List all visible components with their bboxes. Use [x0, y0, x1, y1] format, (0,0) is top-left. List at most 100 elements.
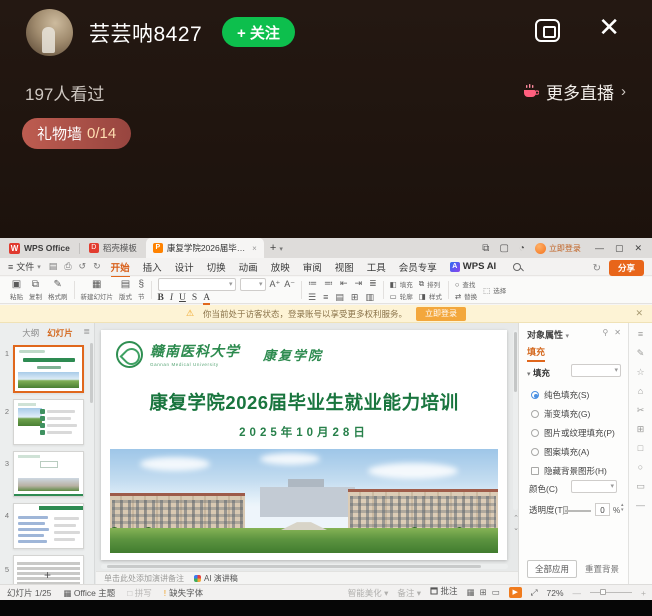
sync-icon[interactable]: ↻ [593, 263, 601, 274]
strip-icon-10[interactable]: — [636, 500, 645, 510]
quick-style-button[interactable]: ◨样式 [419, 291, 442, 301]
more-livestreams-link[interactable]: 更多直播 › [521, 79, 626, 104]
copy-button[interactable]: ⧉复制 [29, 280, 42, 301]
reset-background-button[interactable]: 重置背景 [585, 563, 619, 575]
minimize-icon[interactable]: — [595, 243, 604, 254]
window-close-icon[interactable]: ✕ [634, 243, 642, 254]
tab-animation[interactable]: 动画 [239, 260, 258, 274]
tab-member[interactable]: 会员专享 [399, 260, 437, 274]
strip-icon-4[interactable]: ⌂ [638, 386, 643, 396]
ai-speech-button[interactable]: AI 演讲稿 [194, 573, 238, 584]
theme-indicator[interactable]: ▦ Office 主题 [63, 587, 115, 599]
columns-icon[interactable]: ⊞ [351, 292, 359, 303]
tab-review[interactable]: 审阅 [303, 260, 322, 274]
workspace-icon[interactable]: ▢ [499, 243, 508, 254]
increase-font-icon[interactable]: A⁺ [270, 279, 281, 290]
indent-icon[interactable]: ⇥ [355, 278, 363, 289]
section-button[interactable]: §节 [138, 280, 145, 301]
option-picture-fill[interactable]: 图片或纹理填充(P) [531, 427, 615, 439]
tab-slideshow[interactable]: 放映 [271, 260, 290, 274]
strip-icon-7[interactable]: □ [638, 443, 643, 453]
sorter-view-icon[interactable]: ⊞ [480, 587, 487, 598]
docer-template-tab[interactable]: D 稻壳模板 [80, 238, 146, 258]
redo-icon[interactable]: ↻ [93, 261, 101, 272]
new-tab-button[interactable]: + ▾ [270, 242, 283, 254]
gift-wall-badge[interactable]: 礼物墙 0/14 [22, 118, 131, 149]
decrease-font-icon[interactable]: A⁻ [284, 279, 295, 290]
missing-fonts-indicator[interactable]: ! 缺失字体 [164, 587, 203, 599]
streamer-avatar[interactable] [26, 9, 73, 56]
fill-preset-dropdown[interactable] [571, 364, 621, 377]
replace-button[interactable]: ⇄替换 [455, 291, 477, 301]
shape-outline-button[interactable]: ▭轮廓 [390, 291, 413, 301]
font-color-button[interactable]: A [203, 293, 210, 303]
strip-icon-3[interactable]: ☆ [636, 367, 644, 377]
underline-button[interactable]: U [179, 293, 186, 303]
main-slide[interactable]: 赣南医科大学 Gannan Medical University 康复学院 康复… [101, 330, 507, 560]
tab-transition[interactable]: 切换 [207, 260, 226, 274]
horizontal-scrollbar[interactable] [101, 564, 508, 569]
new-slide-button[interactable]: ▦新建幻灯片 [81, 280, 114, 301]
share-button[interactable]: 分享 [609, 260, 644, 276]
tab-outline[interactable]: 大纲 [22, 327, 39, 339]
notes-toggle[interactable]: 备注 ▾ [397, 587, 421, 599]
strip-icon-6[interactable]: ⊞ [637, 424, 645, 434]
opacity-stepper[interactable]: ▴▾ [621, 503, 624, 513]
document-tab[interactable]: P 康复学院2026届毕业生就业能力培训 × [146, 238, 264, 258]
zoom-out-icon[interactable]: — [573, 588, 582, 598]
pin-icon[interactable]: ⚲ [602, 328, 608, 337]
layout-button[interactable]: ▤版式 [119, 280, 132, 301]
select-button[interactable]: ⬚选择 [483, 285, 506, 295]
normal-view-icon[interactable]: ▦ [467, 587, 475, 598]
tab-wps-ai[interactable]: A WPS AI [450, 261, 496, 272]
document-tab-close-icon[interactable]: × [252, 244, 257, 253]
wps-home-tab[interactable]: W WPS Office [0, 238, 79, 258]
account-entry[interactable]: 立即登录 [535, 243, 581, 254]
maximize-icon[interactable]: ▢ [615, 243, 624, 254]
align-center-icon[interactable]: ≡ [323, 292, 328, 303]
strip-icon-2[interactable]: ✎ [637, 348, 645, 358]
comments-toggle[interactable]: 🗖 批注 [430, 585, 457, 600]
layout-switch-icon[interactable]: ⧉ [482, 243, 489, 254]
tab-insert[interactable]: 插入 [143, 260, 162, 274]
line-spacing-icon[interactable]: ≣ [369, 278, 377, 289]
shape-fill-button[interactable]: ◧填充 [390, 279, 413, 289]
slide-thumbnail-3[interactable] [13, 451, 84, 497]
paste-button[interactable]: ▣粘贴 [10, 280, 23, 301]
play-slideshow-button[interactable]: ▶ [509, 587, 522, 598]
option-hide-background[interactable]: 隐藏背景图形(H) [531, 465, 607, 477]
bullet-list-icon[interactable]: ≔ [308, 278, 317, 289]
zoom-slider-handle[interactable] [600, 589, 606, 595]
close-icon[interactable]: ✕ [598, 14, 620, 40]
shadow-button[interactable]: S [192, 293, 197, 303]
print-icon[interactable]: ⎙ [64, 261, 71, 272]
reading-view-icon[interactable]: ▭ [492, 587, 500, 598]
bold-button[interactable]: B [158, 293, 164, 303]
option-gradient-fill[interactable]: 渐变填充(G) [531, 408, 590, 420]
tab-home[interactable]: 开始 [111, 260, 130, 274]
opacity-slider-track[interactable] [565, 510, 591, 512]
fill-tab[interactable]: 填充 [527, 345, 545, 362]
tab-tools[interactable]: 工具 [367, 260, 386, 274]
format-painter-button[interactable]: ✎格式刷 [48, 280, 68, 301]
zoom-level[interactable]: 72% [547, 588, 564, 598]
slide-thumbnail-4[interactable] [13, 503, 84, 549]
align-right-icon[interactable]: ▤ [335, 292, 344, 303]
apply-all-button[interactable]: 全部应用 [527, 560, 577, 578]
fit-window-icon[interactable]: ⤢ [531, 587, 538, 598]
thumbnail-scrollbar[interactable] [90, 343, 93, 403]
zoom-slider[interactable] [590, 592, 632, 594]
login-now-button[interactable]: 立即登录 [416, 307, 466, 321]
number-list-icon[interactable]: ≕ [324, 278, 333, 289]
add-slide-button[interactable]: + [0, 568, 95, 582]
strip-icon-9[interactable]: ▭ [636, 481, 645, 491]
beautify-button[interactable]: 智能美化 ▾ [348, 587, 389, 599]
arrange-button[interactable]: ⧉排列 [419, 279, 442, 289]
tab-design[interactable]: 设计 [175, 260, 194, 274]
search-icon[interactable] [513, 263, 521, 271]
notes-placeholder[interactable]: 单击此处添加演讲备注 [104, 573, 184, 584]
italic-button[interactable]: I [170, 293, 173, 303]
slide-thumbnail-2[interactable] [13, 399, 84, 445]
notice-close-icon[interactable]: ✕ [635, 308, 643, 319]
zoom-in-icon[interactable]: + [641, 588, 646, 598]
